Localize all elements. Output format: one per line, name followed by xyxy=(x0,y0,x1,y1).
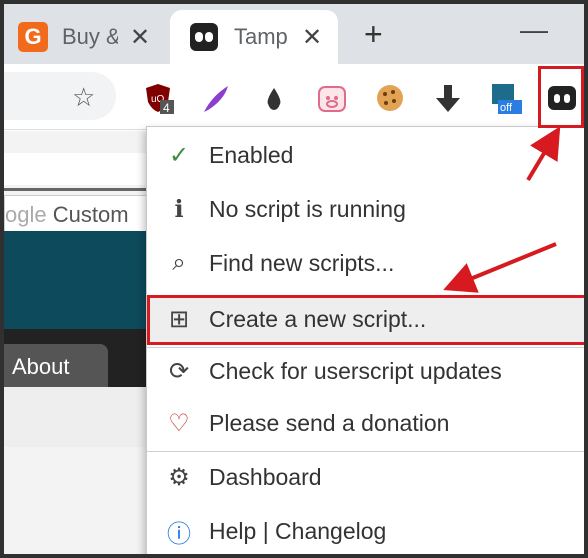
download-extension-icon[interactable] xyxy=(432,82,464,114)
nav-about-link[interactable]: About xyxy=(4,344,108,390)
heart-icon: ♡ xyxy=(168,409,190,437)
drop-extension-icon[interactable] xyxy=(258,82,290,114)
bug-icon: ℹ xyxy=(174,195,184,223)
address-bar[interactable] xyxy=(4,72,116,120)
ublock-badge: 4 xyxy=(163,101,170,114)
menu-item-label: Help | Changelog xyxy=(209,517,387,544)
menu-item-label: Please send a donation xyxy=(209,409,450,436)
close-icon[interactable]: ✕ xyxy=(130,23,150,52)
tab-buy[interactable]: G Buy & ✕ xyxy=(4,10,164,64)
g-favicon-icon: G xyxy=(18,22,48,52)
menu-item-find-scripts[interactable]: ⌕ Find new scripts... xyxy=(147,237,584,289)
menu-item-no-script[interactable]: ℹ No script is running xyxy=(147,183,584,235)
tampermonkey-menu: ✓ Enabled ℹ No script is running ⌕ Find … xyxy=(146,126,584,554)
new-tab-button[interactable]: + xyxy=(364,18,383,50)
menu-item-check-updates[interactable]: ⟳ Check for userscript updates xyxy=(147,345,584,397)
menu-item-help[interactable]: ⓘ Help | Changelog xyxy=(147,505,584,554)
check-icon: ✓ xyxy=(168,141,190,169)
minimize-button[interactable]: — xyxy=(520,14,548,46)
divider xyxy=(4,188,154,191)
gear-icon: ⚙ xyxy=(168,463,190,491)
browser-window: G Buy & ✕ Tamp ✕ + — ☆ uO 4 off ogle Cus… xyxy=(4,4,584,554)
feather-extension-icon[interactable] xyxy=(200,82,232,114)
menu-item-label: Find new scripts... xyxy=(209,249,395,276)
menu-item-dashboard[interactable]: ⚙ Dashboard xyxy=(147,451,584,503)
menu-item-label: Check for userscript updates xyxy=(209,357,502,384)
menu-item-label: No script is running xyxy=(209,195,406,222)
tab-title: Tamp xyxy=(234,24,288,49)
refresh-icon: ⟳ xyxy=(168,357,190,385)
search-icon: ⌕ xyxy=(172,249,186,276)
menu-item-label: Dashboard xyxy=(209,463,322,490)
search-text: Custom xyxy=(52,202,129,227)
extension-highlight-box xyxy=(538,66,584,128)
search-prefix: ogle xyxy=(5,202,47,227)
info-icon: ⓘ xyxy=(167,520,191,548)
close-icon[interactable]: ✕ xyxy=(302,23,322,52)
tab-tampermonkey[interactable]: Tamp ✕ xyxy=(170,10,338,64)
toolbar: ☆ uO 4 off xyxy=(4,64,584,130)
custom-search-input[interactable]: ogle Custom xyxy=(4,195,154,235)
bookmark-star-icon[interactable]: ☆ xyxy=(72,82,95,113)
menu-item-create-script[interactable]: ⊞ Create a new script... xyxy=(147,293,584,345)
menu-item-donation[interactable]: ♡ Please send a donation xyxy=(147,397,584,449)
menu-item-label: Enabled xyxy=(209,141,294,168)
tampermonkey-icon xyxy=(190,23,218,51)
tab-strip: G Buy & ✕ Tamp ✕ + — xyxy=(4,4,584,64)
menu-item-enabled[interactable]: ✓ Enabled xyxy=(147,129,584,181)
screenshot-badge: off xyxy=(500,102,513,114)
cookie-extension-icon[interactable] xyxy=(374,82,406,114)
menu-item-label: Create a new script... xyxy=(209,305,427,332)
ublock-extension-icon[interactable]: uO 4 xyxy=(142,82,174,114)
pig-extension-icon[interactable] xyxy=(316,82,348,114)
tab-title: Buy & xyxy=(62,24,118,49)
plus-square-icon: ⊞ xyxy=(168,305,190,333)
screenshot-extension-icon[interactable]: off xyxy=(490,82,522,114)
